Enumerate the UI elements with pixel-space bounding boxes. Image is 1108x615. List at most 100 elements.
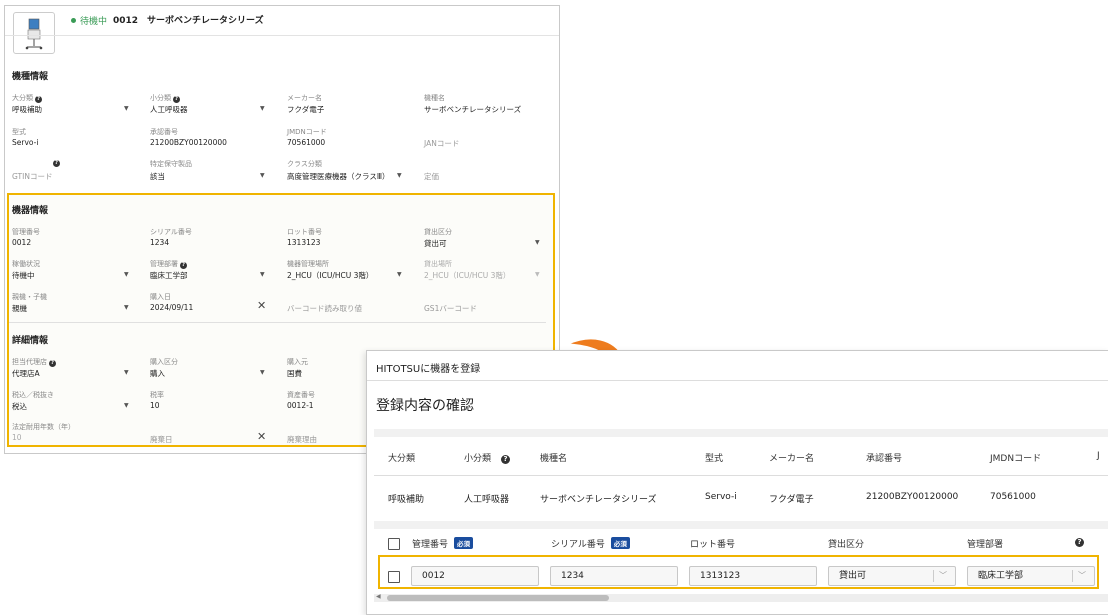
help-icon[interactable]: ? xyxy=(1075,538,1084,547)
field-label-tax: 税込／税抜き xyxy=(12,391,54,399)
field-approval[interactable]: 21200BZY00120000 xyxy=(150,138,227,147)
register-dialog: HITOTSUに機器を登録 登録内容の確認 大分類 小分類? 機種名 型式 メー… xyxy=(366,350,1108,615)
field-location[interactable]: 2_HCU（ICU/HCU 3階） xyxy=(287,270,373,281)
field-label-class: クラス分類 xyxy=(287,160,322,168)
chevron-down-icon[interactable]: ▼ xyxy=(260,369,265,376)
chevron-down-icon[interactable]: ▼ xyxy=(124,304,129,311)
field-major-category[interactable]: 呼吸補助 xyxy=(12,104,42,115)
field-model-name[interactable]: サーボベンチレータシリーズ xyxy=(424,104,521,115)
chevron-down-icon: ▼ xyxy=(535,271,540,278)
column-header: シリアル番号 必須 xyxy=(551,537,630,550)
field-label-mgmt: 管理番号 xyxy=(12,228,40,236)
field-label-model-name: 機種名 xyxy=(424,94,445,102)
field-life[interactable]: 10 xyxy=(12,433,22,442)
field-gs1[interactable]: GS1バーコード xyxy=(424,303,477,314)
clear-icon[interactable]: ✕ xyxy=(257,299,266,312)
chevron-down-icon[interactable]: ▼ xyxy=(124,369,129,376)
table-cell: フクダ電子 xyxy=(769,495,814,505)
table-cell: 人工呼吸器 xyxy=(464,495,510,505)
help-icon: ? xyxy=(49,360,56,367)
field-maker[interactable]: フクダ電子 xyxy=(287,104,324,115)
chevron-down-icon[interactable]: ▼ xyxy=(397,271,402,278)
help-icon: ? xyxy=(180,262,187,269)
field-label-asset: 資産番号 xyxy=(287,391,315,399)
horizontal-scrollbar[interactable]: ◀ xyxy=(374,593,1108,602)
model-table: 大分類 小分類? 機種名 型式 メーカー名 承認番号 JMDNコード J 呼吸補… xyxy=(374,437,1108,521)
chevron-down-icon[interactable]: ▼ xyxy=(260,105,265,112)
column-header: 貸出区分 xyxy=(828,540,865,550)
field-jan[interactable]: JANコード xyxy=(424,138,459,149)
field-dept[interactable]: 臨床工学部 xyxy=(150,270,188,281)
help-icon: ? xyxy=(35,96,42,103)
field-label-lend-place: 貸出場所 xyxy=(424,260,452,268)
field-minor-category[interactable]: 人工呼吸器 xyxy=(150,104,188,115)
field-label-maker: メーカー名 xyxy=(287,94,322,102)
field-tax[interactable]: 税込 xyxy=(12,401,27,412)
field-label-parent: 親機・子機 xyxy=(12,293,47,301)
chevron-down-icon[interactable]: ▼ xyxy=(124,271,129,278)
field-type[interactable]: Servo-i xyxy=(12,138,38,147)
field-special[interactable]: 該当 xyxy=(150,171,165,182)
required-badge: 必須 xyxy=(454,537,474,549)
select-all-checkbox[interactable] xyxy=(388,538,400,550)
chevron-down-icon[interactable]: ▼ xyxy=(260,172,265,179)
column-header: 承認番号 xyxy=(866,454,903,464)
device-image xyxy=(13,12,55,54)
field-label-lend: 貸出区分 xyxy=(424,228,452,236)
column-header: 管理部署 xyxy=(967,540,1004,550)
column-header: 管理番号 必須 xyxy=(412,537,474,550)
field-disposal-reason[interactable]: 廃棄理由 xyxy=(287,434,317,445)
field-asset[interactable]: 0012-1 xyxy=(287,401,314,410)
help-icon[interactable]: ? xyxy=(51,158,60,167)
field-label-life: 法定耐用年数（年） xyxy=(12,423,75,431)
field-lot[interactable]: 1313123 xyxy=(287,238,320,247)
field-label-major-category: 大分類? xyxy=(12,94,42,103)
field-parent[interactable]: 親機 xyxy=(12,303,27,314)
dialog-title: HITOTSUに機器を登録 xyxy=(376,364,481,375)
section-title-device: 機器情報 xyxy=(12,206,49,216)
field-purchase-type[interactable]: 購入 xyxy=(150,368,165,379)
scrollbar-thumb[interactable] xyxy=(387,595,609,601)
column-header: 大分類 xyxy=(388,454,416,464)
device-title: 0012 サーボベンチレータシリーズ xyxy=(113,16,264,26)
clear-icon[interactable]: ✕ xyxy=(257,430,266,443)
field-label-location: 機器管理場所 xyxy=(287,260,329,268)
field-gtin[interactable]: GTINコード xyxy=(12,171,52,182)
field-class[interactable]: 高度管理医療機器（クラスⅢ） xyxy=(287,171,390,182)
chevron-down-icon[interactable]: ▼ xyxy=(260,271,265,278)
required-badge: 必須 xyxy=(610,537,630,549)
section-title-model: 機種情報 xyxy=(12,72,49,82)
section-title-detail: 詳細情報 xyxy=(12,336,49,346)
field-agent[interactable]: 代理店A xyxy=(12,368,40,379)
field-label-dept: 管理部署? xyxy=(150,260,187,269)
field-disposal-date[interactable]: 廃棄日 xyxy=(150,434,173,445)
field-operation[interactable]: 待機中 xyxy=(12,270,35,281)
field-serial[interactable]: 1234 xyxy=(150,238,169,247)
field-price[interactable]: 定価 xyxy=(424,171,439,182)
field-mgmt[interactable]: 0012 xyxy=(12,238,31,247)
chevron-down-icon[interactable]: ▼ xyxy=(124,105,129,112)
column-header: 機種名 xyxy=(540,454,568,464)
table-cell: サーボベンチレータシリーズ xyxy=(540,495,657,505)
chevron-down-icon[interactable]: ▼ xyxy=(124,402,129,409)
field-label-special: 特定保守製品 xyxy=(150,160,192,168)
field-label-jmdn: JMDNコード xyxy=(287,128,327,136)
field-label-operation: 稼働状況 xyxy=(12,260,40,268)
help-icon: ? xyxy=(501,455,511,464)
field-source[interactable]: 国費 xyxy=(287,368,302,379)
field-label-source: 購入元 xyxy=(287,358,308,366)
row-highlight-box xyxy=(378,555,1099,589)
table-cell: 呼吸補助 xyxy=(388,495,425,505)
field-purchase-date[interactable]: 2024/09/11 xyxy=(150,303,193,312)
field-lend[interactable]: 貸出可 xyxy=(424,238,447,249)
field-label-tax-rate: 税率 xyxy=(150,391,164,399)
column-header: J xyxy=(1097,451,1100,461)
chevron-down-icon[interactable]: ▼ xyxy=(535,239,540,246)
scroll-left-icon: ◀ xyxy=(376,593,381,600)
table-cell: Servo-i xyxy=(705,492,737,502)
chevron-down-icon[interactable]: ▼ xyxy=(397,172,402,179)
field-label-approval: 承認番号 xyxy=(150,128,178,136)
field-barcode[interactable]: バーコード読み取り値 xyxy=(287,303,362,314)
field-tax-rate[interactable]: 10 xyxy=(150,401,160,410)
field-jmdn[interactable]: 70561000 xyxy=(287,138,325,147)
